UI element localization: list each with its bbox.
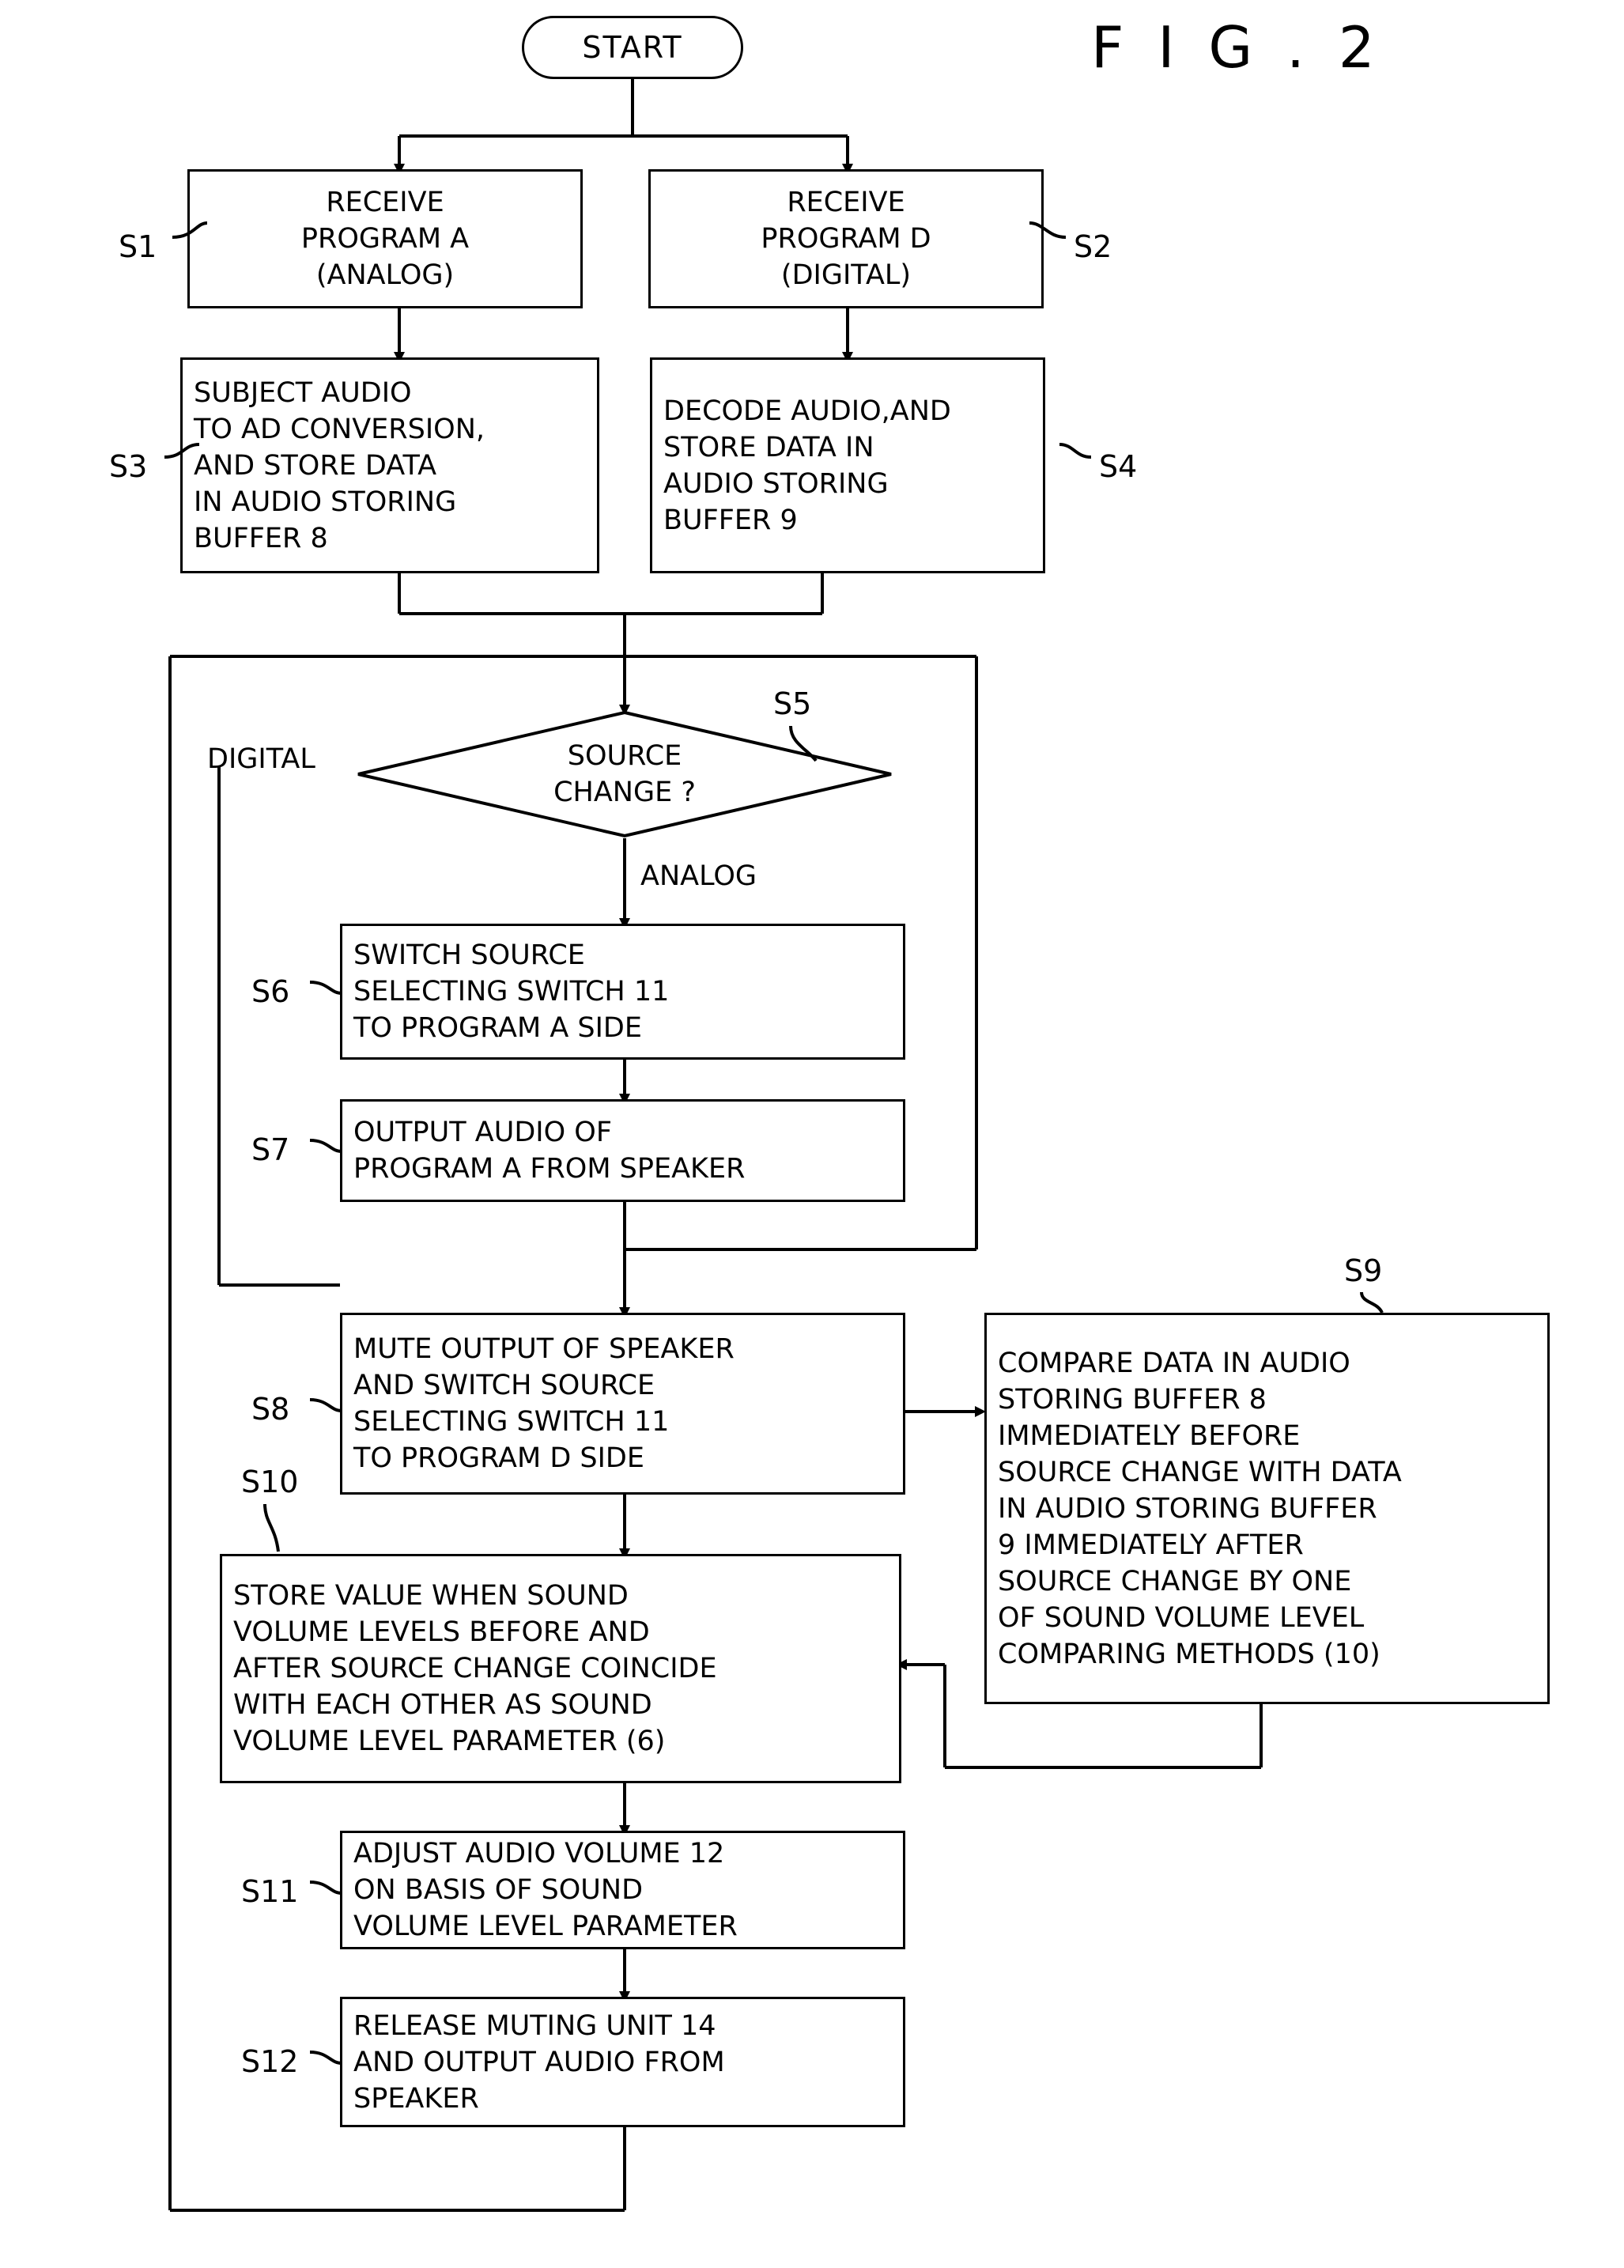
step-s3-box: SUBJECT AUDIO TO AD CONVERSION, AND STOR…	[180, 357, 599, 573]
step-s6-box: SWITCH SOURCE SELECTING SWITCH 11 TO PRO…	[340, 924, 905, 1060]
step-s12-line-3: SPEAKER	[353, 2082, 479, 2115]
figure-canvas: F I G . 2 START RECEIVE PROGRAM A (ANALO…	[0, 0, 1624, 2268]
step-s3-label: S3	[109, 449, 148, 484]
step-s12-line-1: RELEASE MUTING UNIT 14	[353, 2009, 716, 2042]
step-s2-box: RECEIVE PROGRAM D (DIGITAL)	[648, 169, 1044, 308]
step-s10-line-1: STORE VALUE WHEN SOUND	[233, 1580, 629, 1612]
step-s2-line-3: (DIGITAL)	[780, 259, 912, 291]
branch-label-digital: DIGITAL	[207, 743, 315, 775]
step-s4-line-3: AUDIO STORING	[663, 467, 889, 500]
step-s7-line-2: PROGRAM A FROM SPEAKER	[353, 1153, 746, 1185]
step-s4-line-4: BUFFER 9	[663, 504, 798, 536]
step-s9-line-8: OF SOUND VOLUME LEVEL	[998, 1601, 1365, 1634]
step-s2-line-1: RECEIVE	[787, 187, 905, 218]
step-s3-line-5: BUFFER 8	[194, 522, 328, 554]
step-s10-line-4: WITH EACH OTHER AS SOUND	[233, 1689, 652, 1721]
step-s1-line-3: (ANALOG)	[315, 259, 455, 291]
step-s4-label: S4	[1099, 449, 1138, 484]
decision-s5-line-1: SOURCE	[567, 740, 682, 772]
step-s9-label: S9	[1344, 1253, 1383, 1288]
step-s1-line-1: RECEIVE	[326, 187, 444, 218]
step-s6-label: S6	[251, 974, 290, 1009]
step-s8-box: MUTE OUTPUT OF SPEAKER AND SWITCH SOURCE…	[340, 1313, 905, 1495]
step-s6-line-1: SWITCH SOURCE	[353, 939, 585, 971]
step-s5-label: S5	[773, 686, 812, 721]
step-s10-line-2: VOLUME LEVELS BEFORE AND	[233, 1616, 650, 1648]
step-s10-line-5: VOLUME LEVEL PARAMETER (6)	[233, 1726, 666, 1757]
step-s9-box: COMPARE DATA IN AUDIO STORING BUFFER 8 I…	[984, 1313, 1550, 1704]
step-s7-line-1: OUTPUT AUDIO OF	[353, 1117, 612, 1148]
step-s9-line-5: IN AUDIO STORING BUFFER	[998, 1492, 1377, 1525]
step-s3-line-4: IN AUDIO STORING	[194, 486, 457, 518]
decision-s5-line-2: CHANGE ?	[553, 777, 696, 808]
decision-s5: SOURCE CHANGE ?	[356, 710, 893, 838]
step-s6-line-3: TO PROGRAM A SIDE	[353, 1012, 642, 1044]
step-s8-line-4: TO PROGRAM D SIDE	[353, 1442, 644, 1474]
step-s12-box: RELEASE MUTING UNIT 14 AND OUTPUT AUDIO …	[340, 1997, 905, 2127]
step-s8-line-3: SELECTING SWITCH 11	[353, 1406, 670, 1438]
step-s6-line-2: SELECTING SWITCH 11	[353, 976, 670, 1007]
step-s11-line-1: ADJUST AUDIO VOLUME 12	[353, 1838, 725, 1869]
step-s10-box: STORE VALUE WHEN SOUND VOLUME LEVELS BEF…	[220, 1554, 901, 1783]
step-s9-line-3: IMMEDIATELY BEFORE	[998, 1419, 1301, 1452]
step-s11-line-3: VOLUME LEVEL PARAMETER	[353, 1911, 738, 1942]
step-s9-line-6: 9 IMMEDIATELY AFTER	[998, 1529, 1304, 1561]
branch-label-analog: ANALOG	[640, 860, 757, 892]
step-s3-line-1: SUBJECT AUDIO	[194, 376, 412, 409]
step-s10-line-3: AFTER SOURCE CHANGE COINCIDE	[233, 1653, 717, 1684]
start-terminal: START	[522, 16, 743, 79]
step-s4-line-2: STORE DATA IN	[663, 431, 874, 463]
step-s9-line-4: SOURCE CHANGE WITH DATA	[998, 1456, 1402, 1488]
step-s8-line-1: MUTE OUTPUT OF SPEAKER	[353, 1333, 735, 1365]
step-s2-label: S2	[1074, 229, 1112, 264]
figure-title: F I G . 2	[1091, 14, 1383, 81]
step-s7-label: S7	[251, 1132, 290, 1167]
step-s8-label: S8	[251, 1392, 290, 1427]
step-s11-box: ADJUST AUDIO VOLUME 12 ON BASIS OF SOUND…	[340, 1831, 905, 1949]
step-s4-line-1: DECODE AUDIO,AND	[663, 395, 951, 427]
step-s11-line-2: ON BASIS OF SOUND	[353, 1874, 644, 1906]
step-s3-line-3: AND STORE DATA	[194, 449, 437, 482]
step-s1-line-2: PROGRAM A	[300, 223, 470, 255]
step-s8-line-2: AND SWITCH SOURCE	[353, 1370, 655, 1401]
decision-s5-text: SOURCE CHANGE ?	[356, 710, 893, 838]
step-s10-label: S10	[241, 1465, 299, 1499]
step-s12-label: S12	[241, 2044, 299, 2079]
step-s4-box: DECODE AUDIO,AND STORE DATA IN AUDIO STO…	[650, 357, 1045, 573]
step-s7-box: OUTPUT AUDIO OF PROGRAM A FROM SPEAKER	[340, 1099, 905, 1202]
step-s9-line-1: COMPARE DATA IN AUDIO	[998, 1347, 1350, 1379]
step-s9-line-7: SOURCE CHANGE BY ONE	[998, 1565, 1352, 1597]
step-s3-line-2: TO AD CONVERSION,	[194, 413, 485, 445]
step-s9-line-2: STORING BUFFER 8	[998, 1383, 1267, 1416]
step-s12-line-2: AND OUTPUT AUDIO FROM	[353, 2046, 725, 2078]
step-s11-label: S11	[241, 1874, 299, 1909]
step-s2-line-2: PROGRAM D	[761, 223, 931, 255]
step-s1-box: RECEIVE PROGRAM A (ANALOG)	[187, 169, 583, 308]
step-s1-label: S1	[119, 229, 157, 264]
step-s9-line-9: COMPARING METHODS (10)	[998, 1638, 1380, 1670]
